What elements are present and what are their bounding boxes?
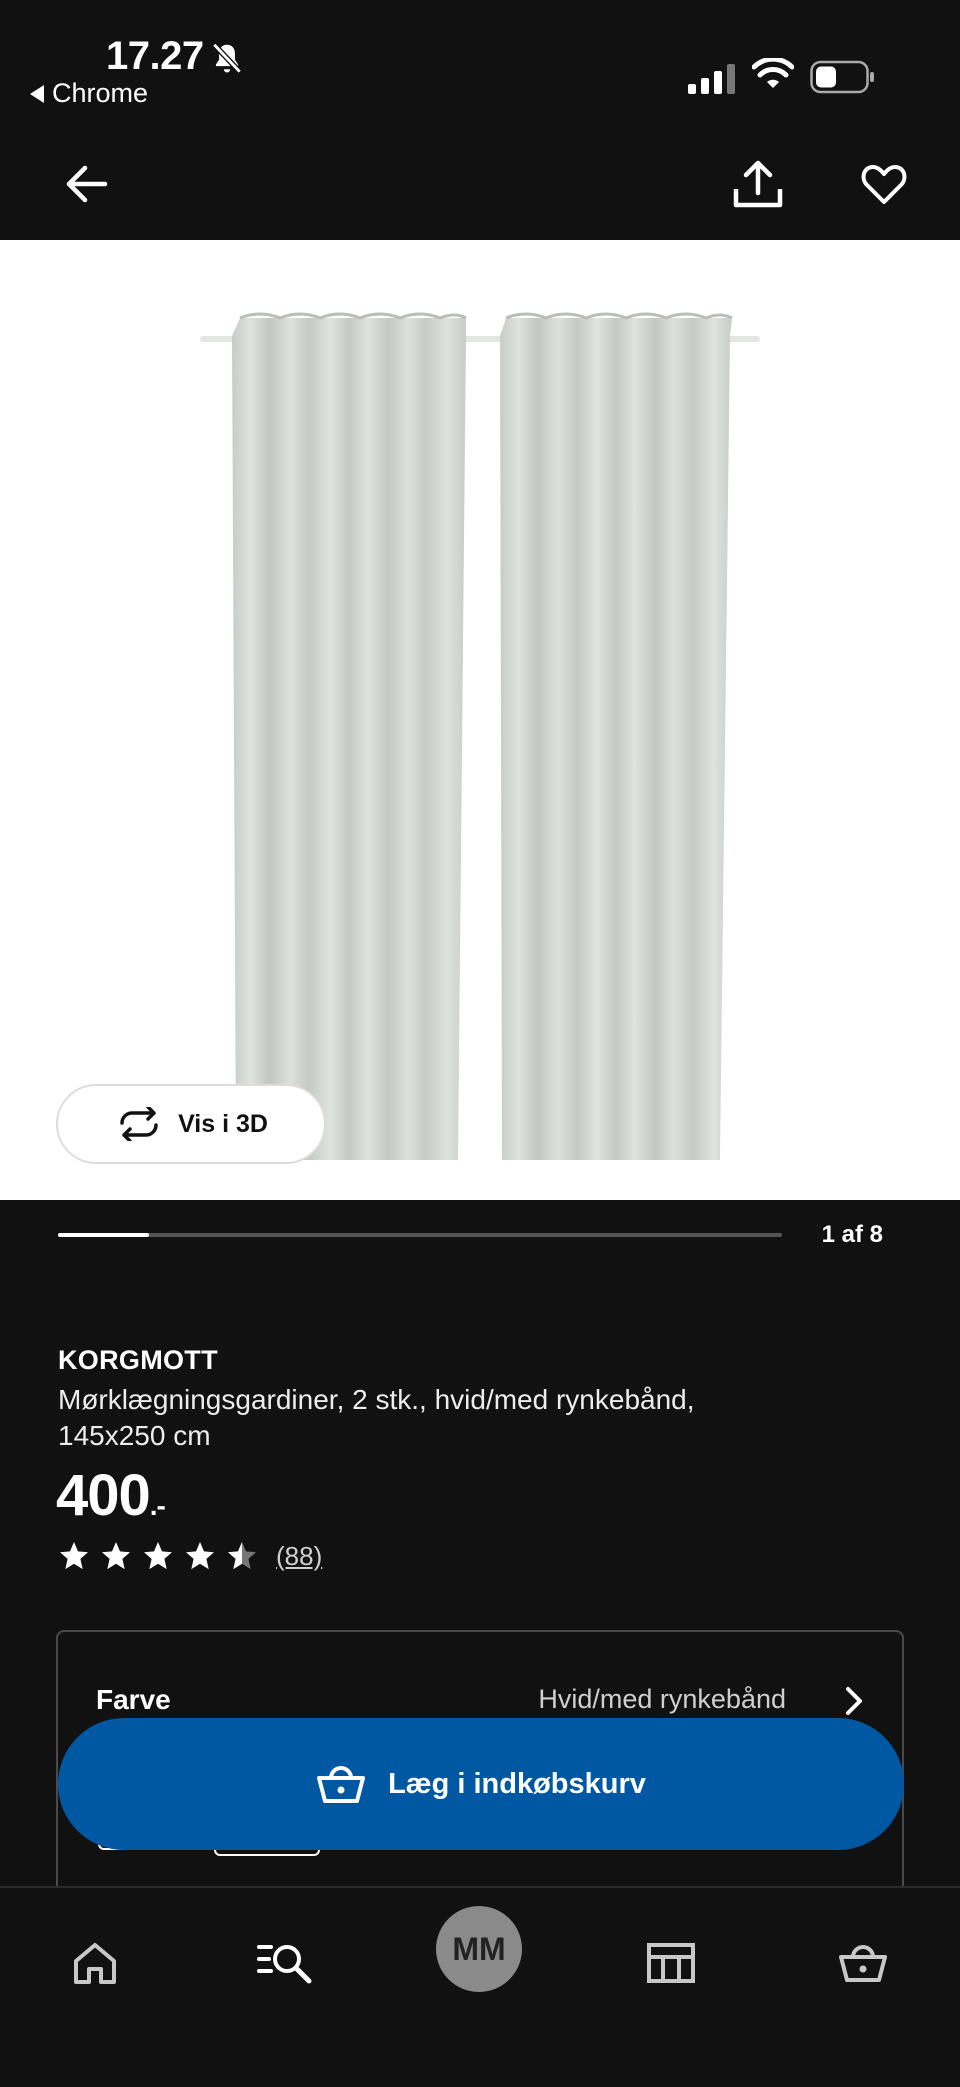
color-option-label: Farve [96, 1684, 171, 1715]
basket-icon [839, 1945, 887, 1982]
color-option-value[interactable]: Hvid/med rynkebånd [440, 1684, 786, 1715]
gallery-progress-fill [58, 1233, 149, 1237]
curtain-photo [200, 312, 760, 1160]
home-icon [74, 1943, 116, 1984]
back-triangle-icon [30, 84, 44, 103]
back-to-app[interactable]: Chrome [30, 78, 148, 109]
store-icon [647, 1943, 695, 1983]
chevron-right-icon[interactable] [842, 1684, 866, 1718]
status-time: 17.27 [106, 34, 204, 78]
add-to-cart-button[interactable]: Læg i indkøbskurv [58, 1718, 904, 1850]
gallery-progress [58, 1233, 782, 1237]
wifi-icon [752, 58, 794, 88]
product-price: 400.- [56, 1462, 166, 1529]
star-half-icon [228, 1542, 256, 1570]
gallery-counter: 1 af 8 [821, 1221, 883, 1248]
price-amount: 400 [56, 1463, 151, 1528]
add-to-cart-label: Læg i indkøbskurv [388, 1767, 646, 1800]
nav-stores[interactable] [626, 1918, 716, 2008]
back-app-label: Chrome [52, 78, 149, 108]
nav-home[interactable] [50, 1918, 140, 2008]
star-full-icon [144, 1542, 172, 1570]
price-suffix: .- [149, 1490, 166, 1521]
star-full-icon [60, 1542, 88, 1570]
bell-slash-icon [212, 42, 242, 74]
view-3d-label: Vis i 3D [178, 1109, 268, 1138]
view-3d-button[interactable]: Vis i 3D [56, 1084, 326, 1164]
signal-icon [688, 64, 735, 94]
arrow-left-icon [66, 165, 108, 203]
status-bar: 17.27 Chrome [0, 0, 960, 120]
share-icon [733, 160, 783, 208]
basket-icon [317, 1766, 366, 1803]
search-icon [257, 1945, 312, 1984]
star-full-icon [102, 1542, 130, 1570]
profile-avatar[interactable]: MM [436, 1906, 522, 1992]
battery-icon [810, 60, 874, 94]
app-header [0, 120, 960, 240]
product-brand: KORGMOTT [58, 1345, 218, 1375]
nav-search[interactable] [240, 1918, 330, 2008]
rating[interactable]: (88) [58, 1540, 322, 1572]
favorite-button[interactable] [854, 154, 914, 214]
product-description: Mørklægningsgardiner, 2 stk., hvid/med r… [58, 1384, 695, 1451]
share-button[interactable] [728, 154, 788, 214]
nav-basket[interactable] [818, 1918, 908, 2008]
review-count-link[interactable]: (88) [276, 1541, 322, 1572]
heart-icon [861, 164, 907, 204]
rotate-3d-icon [120, 1107, 158, 1141]
star-full-icon [186, 1542, 214, 1570]
product-image[interactable] [0, 240, 960, 1200]
back-button[interactable] [56, 154, 116, 214]
